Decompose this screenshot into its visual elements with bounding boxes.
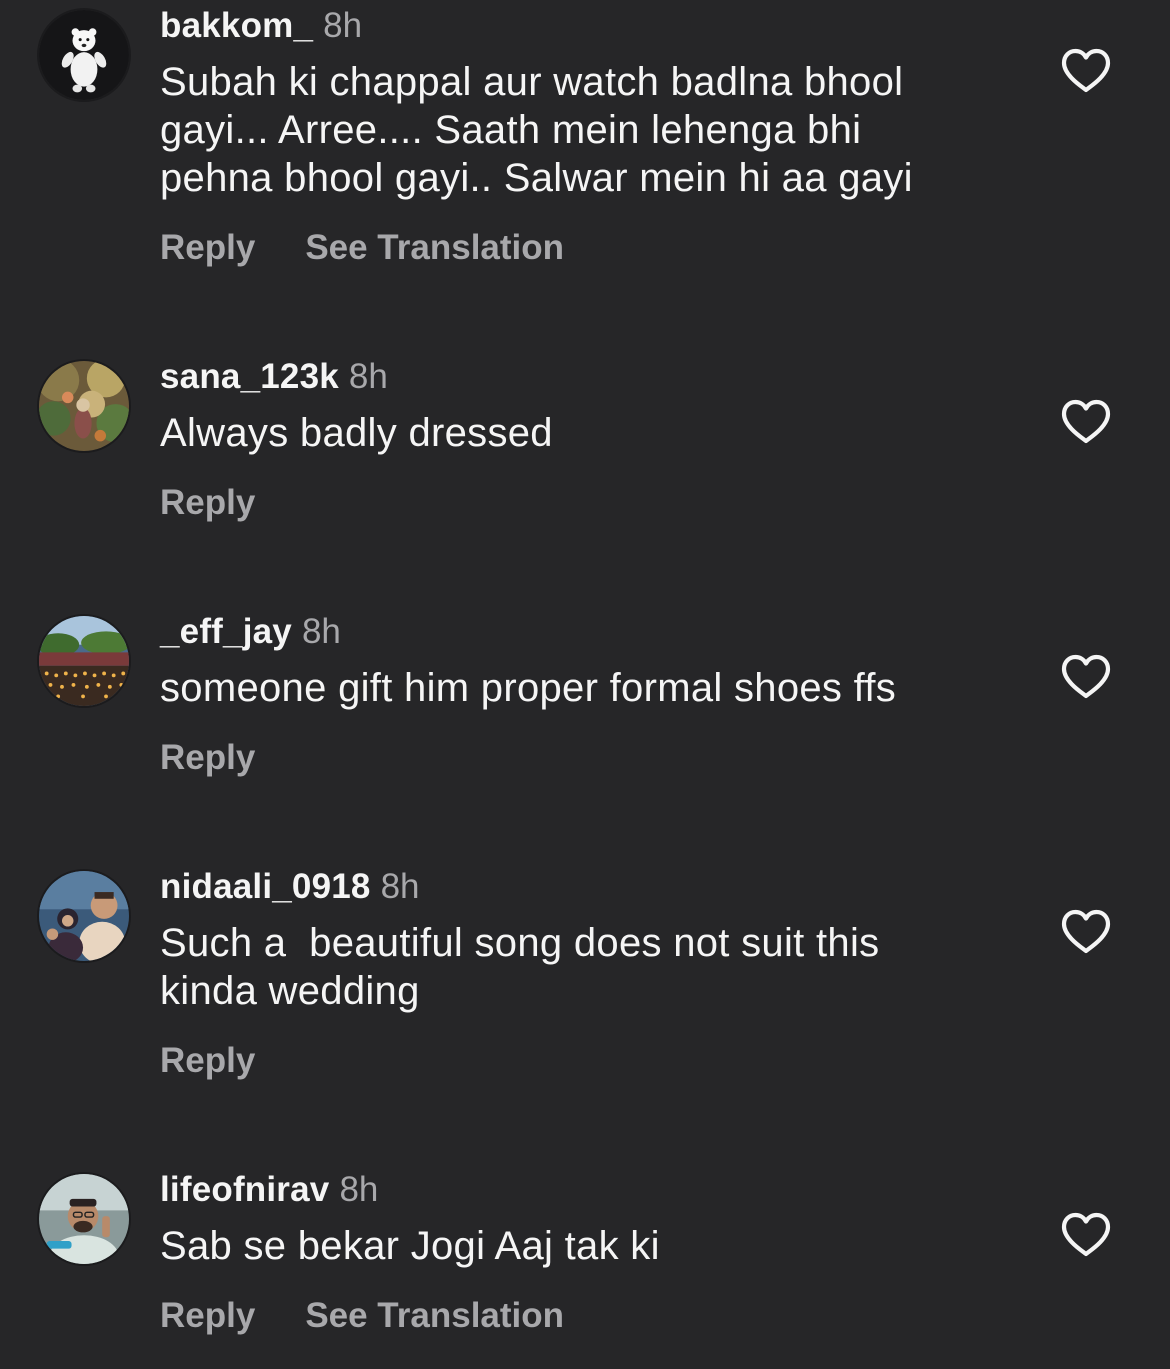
comment-text: Sab se bekar Jogi Aaj tak ki — [160, 1224, 660, 1268]
timestamp: 8h — [380, 867, 420, 906]
see-translation-button[interactable]: See Translation — [305, 226, 564, 270]
reply-button[interactable]: Reply — [160, 1294, 255, 1338]
comment-header: lifeofnirav 8h — [160, 1168, 378, 1212]
timestamp: 8h — [348, 357, 388, 396]
avatar[interactable] — [37, 1172, 131, 1266]
comment-header: _eff_jay 8h — [160, 610, 341, 654]
reply-button[interactable]: Reply — [160, 1039, 255, 1083]
username[interactable]: nidaali_0918 — [160, 867, 371, 906]
garden-photo-avatar-icon — [39, 361, 129, 451]
comment-actions: Reply — [160, 481, 255, 525]
comment-actions: Reply See Translation — [160, 1294, 564, 1338]
avatar[interactable] — [37, 869, 131, 963]
username[interactable]: bakkom_ — [160, 6, 313, 45]
avatar[interactable] — [37, 614, 131, 708]
comment-header: bakkom_ 8h — [160, 4, 362, 48]
timestamp: 8h — [339, 1170, 379, 1209]
heart-outline-icon[interactable] — [1060, 909, 1112, 955]
reply-button[interactable]: Reply — [160, 481, 255, 525]
avatar[interactable] — [37, 8, 131, 102]
comment-text: Always badly dressed — [160, 411, 553, 455]
comment-text: Such a beautiful song does not suit this… — [160, 921, 880, 1013]
man-portrait-avatar-icon — [39, 1174, 129, 1264]
reply-button[interactable]: Reply — [160, 736, 255, 780]
heart-outline-icon[interactable] — [1060, 654, 1112, 700]
venue-lights-avatar-icon — [39, 616, 129, 706]
family-photo-avatar-icon — [39, 871, 129, 961]
polar-bear-avatar-icon — [39, 10, 129, 100]
comment-text: someone gift him proper formal shoes ffs — [160, 666, 897, 710]
comment-actions: Reply — [160, 736, 255, 780]
timestamp: 8h — [323, 6, 363, 45]
username[interactable]: lifeofnirav — [160, 1170, 329, 1209]
see-translation-button[interactable]: See Translation — [305, 1294, 564, 1338]
reply-button[interactable]: Reply — [160, 226, 255, 270]
comment-header: nidaali_0918 8h — [160, 865, 420, 909]
username[interactable]: sana_123k — [160, 357, 339, 396]
heart-outline-icon[interactable] — [1060, 399, 1112, 445]
heart-outline-icon[interactable] — [1060, 48, 1112, 94]
heart-outline-icon[interactable] — [1060, 1212, 1112, 1258]
username[interactable]: _eff_jay — [160, 612, 292, 651]
avatar[interactable] — [37, 359, 131, 453]
comment-text: Subah ki chappal aur watch badlna bhool … — [160, 60, 913, 200]
comment-actions: Reply — [160, 1039, 255, 1083]
timestamp: 8h — [301, 612, 341, 651]
comments-list: bakkom_ 8h Subah ki chappal aur watch bad… — [0, 0, 1170, 1369]
comment-actions: Reply See Translation — [160, 226, 564, 270]
comment-header: sana_123k 8h — [160, 355, 388, 399]
